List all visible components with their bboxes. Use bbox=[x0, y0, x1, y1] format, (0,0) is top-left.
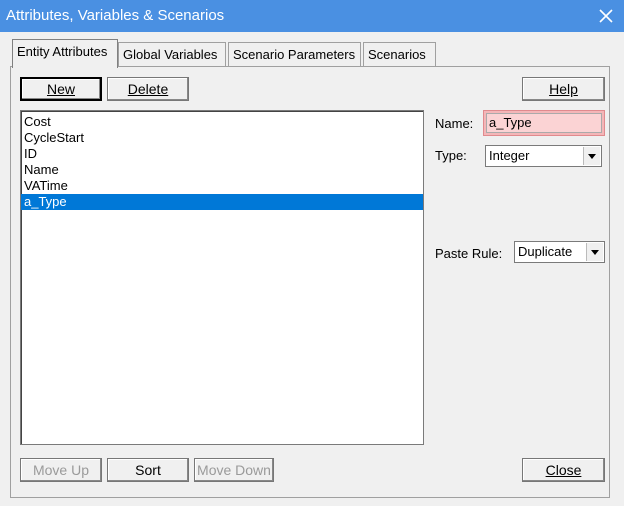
close-label: Close bbox=[545, 462, 582, 478]
tab-global-variables[interactable]: Global Variables bbox=[118, 42, 226, 66]
list-item-selected[interactable]: a_Type bbox=[21, 194, 423, 210]
new-button-label: New bbox=[46, 81, 75, 97]
title-bar: Attributes, Variables & Scenarios bbox=[0, 0, 624, 32]
sort-label: Sort bbox=[135, 462, 161, 478]
type-label-text: Type: bbox=[435, 148, 467, 163]
move-down-button[interactable]: Move Down bbox=[194, 458, 274, 482]
chevron-down-icon[interactable] bbox=[586, 243, 603, 261]
tab-label: Global Variables bbox=[123, 47, 218, 62]
paste-rule-label: Paste Rule: bbox=[435, 246, 502, 261]
move-up-label: Move Up bbox=[32, 462, 90, 478]
name-field-value[interactable]: a_Type bbox=[486, 113, 602, 133]
list-item[interactable]: Name bbox=[21, 162, 423, 178]
move-up-button[interactable]: Move Up bbox=[20, 458, 102, 482]
paste-rule-dropdown-value: Duplicate bbox=[518, 244, 573, 259]
name-label-text: Name: bbox=[435, 116, 474, 131]
sort-button[interactable]: Sort bbox=[107, 458, 189, 482]
name-label: Name: bbox=[435, 116, 473, 131]
help-button-label: Help bbox=[549, 81, 578, 97]
paste-rule-dropdown[interactable]: Duplicate bbox=[514, 241, 605, 263]
chevron-down-icon[interactable] bbox=[583, 147, 600, 165]
name-field[interactable]: a_Type bbox=[483, 110, 605, 136]
tab-label: Scenarios bbox=[368, 47, 426, 62]
delete-button[interactable]: Delete bbox=[107, 77, 189, 101]
attribute-list[interactable]: Cost CycleStart ID Name VATime a_Type bbox=[20, 110, 424, 445]
paste-rule-label-text: Paste Rule: bbox=[435, 246, 503, 261]
close-button[interactable]: Close bbox=[522, 458, 605, 482]
list-item[interactable]: Cost bbox=[21, 114, 423, 130]
tab-scenarios[interactable]: Scenarios bbox=[363, 42, 436, 66]
type-dropdown-value: Integer bbox=[489, 148, 530, 163]
new-button[interactable]: New bbox=[20, 77, 102, 101]
type-dropdown[interactable]: Integer bbox=[485, 145, 602, 167]
tab-entity-attributes[interactable]: Entity Attributes bbox=[12, 39, 118, 68]
window-title: Attributes, Variables & Scenarios bbox=[6, 7, 225, 24]
help-button[interactable]: Help bbox=[522, 77, 605, 101]
move-down-label: Move Down bbox=[197, 462, 271, 478]
tab-label: Entity Attributes bbox=[17, 44, 108, 59]
close-icon[interactable] bbox=[594, 4, 618, 28]
list-item[interactable]: VATime bbox=[21, 178, 423, 194]
list-item[interactable]: CycleStart bbox=[21, 130, 423, 146]
list-item[interactable]: ID bbox=[21, 146, 423, 162]
tab-scenario-parameters[interactable]: Scenario Parameters bbox=[228, 42, 361, 66]
tab-label: Scenario Parameters bbox=[233, 47, 356, 62]
type-label: Type: bbox=[435, 148, 467, 163]
delete-button-label: Delete bbox=[127, 81, 169, 97]
